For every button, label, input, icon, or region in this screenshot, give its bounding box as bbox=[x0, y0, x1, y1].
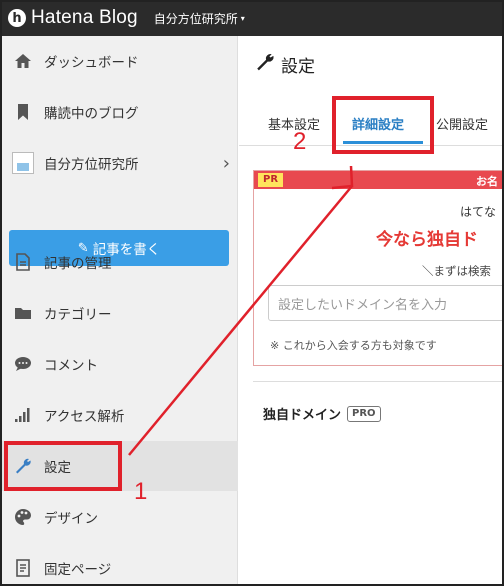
sidebar-item-label: デザイン bbox=[44, 511, 98, 527]
top-bar: h Hatena Blog 自分方位研究所 ▾ bbox=[0, 0, 504, 36]
logo-text: Hatena Blog bbox=[31, 7, 138, 28]
sidebar-item-label: 固定ページ bbox=[44, 562, 112, 578]
pro-badge: PRO bbox=[347, 405, 381, 422]
sidebar-item-label: 記事の管理 bbox=[44, 256, 112, 272]
promo-headline: 今なら独自ド bbox=[376, 230, 478, 250]
sidebar-item-comments[interactable]: コメント bbox=[0, 339, 238, 389]
promo-header-bar: PR お名 bbox=[254, 171, 504, 189]
promo-line-1: はてな bbox=[460, 205, 497, 219]
sidebar-item-label: カテゴリー bbox=[44, 307, 112, 323]
page-icon bbox=[12, 557, 34, 579]
main-content: 設定 基本設定 詳細設定 公開設定 PR お名 はてな 今なら独自ド ＼まずは検… bbox=[239, 36, 504, 586]
chevron-right-icon: › bbox=[222, 153, 230, 174]
blog-thumbnail-icon bbox=[12, 152, 34, 174]
custom-domain-label: 独自ドメイン bbox=[263, 408, 342, 423]
settings-tabs: 基本設定 詳細設定 公開設定 bbox=[239, 104, 504, 146]
sidebar-item-subscriptions[interactable]: 購読中のブログ bbox=[0, 87, 238, 137]
active-tab-indicator bbox=[343, 141, 423, 144]
caret-down-icon: ▾ bbox=[240, 13, 245, 23]
palette-icon bbox=[12, 506, 34, 528]
hatena-blog-logo[interactable]: h Hatena Blog bbox=[8, 7, 138, 29]
annotation-step-2: 2 bbox=[293, 128, 307, 155]
wrench-icon bbox=[255, 52, 275, 77]
bar-chart-icon bbox=[12, 404, 34, 426]
domain-promo-box: PR お名 はてな 今なら独自ド ＼まずは検索 設定したいドメイン名を入力 ※ … bbox=[253, 170, 504, 366]
domain-search-input[interactable]: 設定したいドメイン名を入力 bbox=[268, 285, 504, 321]
sidebar-item-label: 設定 bbox=[44, 460, 71, 476]
sidebar-item-label: コメント bbox=[44, 358, 98, 374]
folder-icon bbox=[12, 302, 34, 324]
tab-advanced-settings[interactable]: 詳細設定 bbox=[352, 114, 404, 133]
document-icon bbox=[12, 251, 34, 273]
comment-icon bbox=[12, 353, 34, 375]
domain-search-placeholder: 設定したいドメイン名を入力 bbox=[278, 297, 448, 313]
sidebar-item-label: ダッシュボード bbox=[44, 55, 139, 71]
promo-header-text: お名 bbox=[476, 175, 498, 188]
sidebar-item-label: アクセス解析 bbox=[44, 409, 125, 425]
sidebar-item-settings[interactable]: 設定 bbox=[0, 441, 238, 491]
blog-switcher[interactable]: 自分方位研究所 ▾ bbox=[154, 10, 245, 27]
promo-note: ※ これから入会する方も対象です bbox=[270, 339, 437, 352]
blog-switcher-label: 自分方位研究所 bbox=[153, 11, 238, 26]
sidebar-item-label: 購読中のブログ bbox=[44, 106, 139, 122]
promo-line-3: ＼まずは検索 bbox=[422, 264, 491, 278]
sidebar-item-dashboard[interactable]: ダッシュボード bbox=[0, 36, 238, 86]
hatena-logo-icon: h bbox=[8, 9, 26, 27]
sidebar-item-articles[interactable]: 記事の管理 bbox=[0, 237, 238, 287]
sidebar-item-pages[interactable]: 固定ページ bbox=[0, 543, 238, 586]
sidebar-item-label: 自分方位研究所 bbox=[44, 157, 139, 173]
tab-publish-settings[interactable]: 公開設定 bbox=[436, 114, 488, 133]
bookmark-icon bbox=[12, 101, 34, 123]
sidebar: ダッシュボード 購読中のブログ 自分方位研究所 › ✎ 記事を書く 記事の管理 … bbox=[0, 36, 238, 586]
page-title-text: 設定 bbox=[281, 57, 315, 77]
pr-badge: PR bbox=[258, 173, 284, 187]
sidebar-item-analytics[interactable]: アクセス解析 bbox=[0, 390, 238, 440]
sidebar-item-blog[interactable]: 自分方位研究所 › bbox=[0, 138, 238, 188]
annotation-step-1: 1 bbox=[134, 478, 148, 505]
home-icon bbox=[12, 50, 34, 72]
sidebar-item-design[interactable]: デザイン bbox=[0, 492, 238, 542]
divider bbox=[253, 381, 504, 382]
custom-domain-heading: 独自ドメイン PRO bbox=[263, 404, 381, 423]
sidebar-item-categories[interactable]: カテゴリー bbox=[0, 288, 238, 338]
page-title: 設定 bbox=[255, 52, 315, 77]
wrench-icon bbox=[12, 455, 34, 477]
